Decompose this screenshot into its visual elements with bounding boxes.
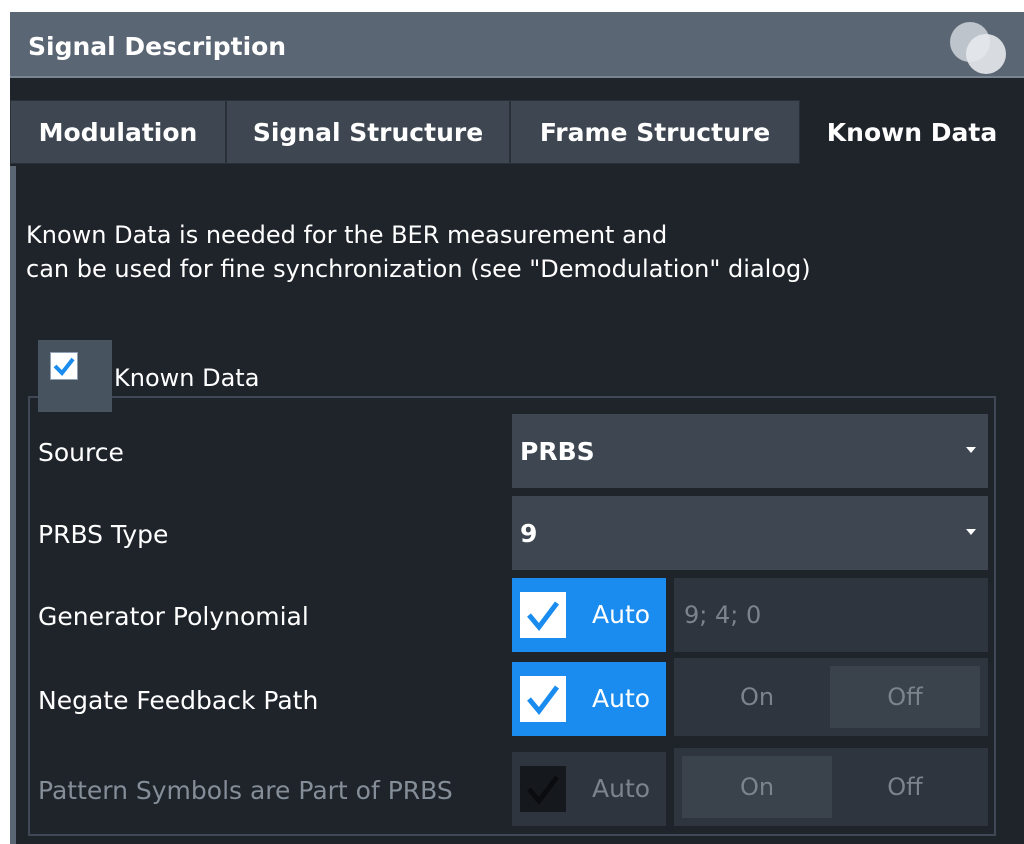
checkmark-icon <box>527 685 559 716</box>
content-border <box>10 166 16 844</box>
prbs-type-value: 9 <box>520 518 538 548</box>
source-label: Source <box>38 438 124 467</box>
checkmark-icon <box>53 357 75 377</box>
off-option[interactable]: Off <box>830 666 980 728</box>
known-data-label: Known Data <box>114 364 260 392</box>
checkbox-box <box>50 352 78 380</box>
checkmark-icon <box>527 601 559 632</box>
pattern-symbols-auto-button[interactable]: Auto <box>512 752 666 826</box>
description-line-2: can be used for fine synchronization (se… <box>26 255 811 283</box>
tab-signal-structure[interactable]: Signal Structure <box>226 100 510 164</box>
negate-feedback-label: Negate Feedback Path <box>38 686 319 715</box>
generator-polynomial-value: 9; 4; 0 <box>684 601 762 629</box>
on-option[interactable]: On <box>682 756 832 818</box>
auto-checkbox <box>520 676 566 722</box>
tab-label: Frame Structure <box>539 117 771 147</box>
overlap-circles-icon[interactable] <box>944 18 1010 76</box>
pattern-symbols-toggle: On Off <box>674 748 988 826</box>
source-dropdown[interactable]: PRBS <box>512 414 988 488</box>
generator-polynomial-auto-button[interactable]: Auto <box>512 578 666 652</box>
signal-description-dialog: Signal Description Modulation Signal Str… <box>10 12 1024 844</box>
description-text: Known Data is needed for the BER measure… <box>26 218 811 286</box>
auto-checkbox <box>520 766 566 812</box>
chevron-down-icon <box>966 447 976 453</box>
auto-checkbox <box>520 592 566 638</box>
auto-label: Auto <box>592 774 651 803</box>
pattern-symbols-label: Pattern Symbols are Part of PRBS <box>38 776 453 805</box>
checkmark-icon <box>527 775 559 806</box>
description-line-1: Known Data is needed for the BER measure… <box>26 221 668 249</box>
tab-label: Modulation <box>38 117 198 147</box>
auto-label: Auto <box>592 600 651 629</box>
generator-polynomial-field[interactable]: 9; 4; 0 <box>674 578 988 652</box>
tab-frame-structure[interactable]: Frame Structure <box>510 100 800 164</box>
dialog-titlebar: Signal Description <box>10 12 1024 78</box>
tab-modulation[interactable]: Modulation <box>10 100 226 164</box>
tab-label: Signal Structure <box>252 117 484 147</box>
dialog-title: Signal Description <box>28 32 287 61</box>
tab-label: Known Data <box>826 117 998 147</box>
source-value: PRBS <box>520 436 595 466</box>
generator-polynomial-label: Generator Polynomial <box>38 602 309 631</box>
negate-feedback-toggle: On Off <box>674 658 988 736</box>
chevron-down-icon <box>966 529 976 535</box>
off-option[interactable]: Off <box>830 756 980 818</box>
prbs-type-label: PRBS Type <box>38 520 169 549</box>
prbs-type-dropdown[interactable]: 9 <box>512 496 988 570</box>
auto-label: Auto <box>592 684 651 713</box>
negate-feedback-auto-button[interactable]: Auto <box>512 662 666 736</box>
tab-bar: Modulation Signal Structure Frame Struct… <box>10 100 1024 166</box>
on-option[interactable]: On <box>682 666 832 728</box>
known-data-checkbox[interactable] <box>38 340 112 412</box>
tab-known-data[interactable]: Known Data <box>800 100 1024 164</box>
